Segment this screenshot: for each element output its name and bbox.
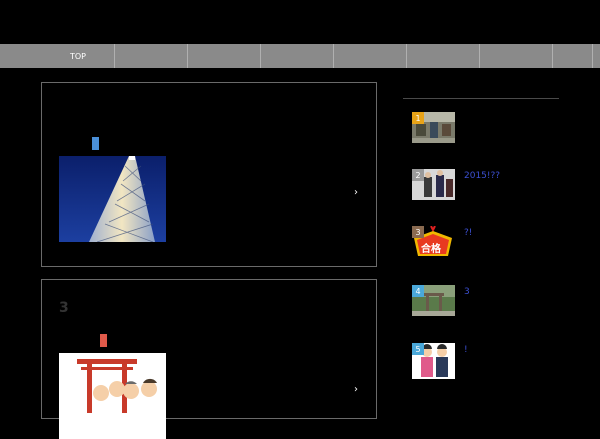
rank-badge: 1: [412, 112, 424, 124]
post-title[interactable]: 3: [59, 300, 69, 316]
nav-item-5[interactable]: [334, 44, 407, 68]
nav-item-8[interactable]: [553, 44, 593, 68]
global-nav: TOP: [0, 44, 600, 68]
ranking-item[interactable]: 2 2015!??: [412, 169, 562, 201]
header: [0, 0, 600, 44]
rank-badge: 5: [412, 343, 424, 355]
nav-item-4[interactable]: [261, 44, 334, 68]
nav-item-3[interactable]: [188, 44, 261, 68]
post-card[interactable]: ›: [41, 82, 377, 267]
nav-item-6[interactable]: [407, 44, 480, 68]
goukaku-sign-text: 合格: [421, 244, 441, 255]
post-thumbnail[interactable]: [59, 156, 166, 242]
ranking-item[interactable]: 1: [412, 112, 562, 144]
ranking-title[interactable]: !: [464, 345, 468, 355]
rank-badge: 4: [412, 285, 424, 297]
skytree-image: [59, 156, 166, 242]
ranking-title[interactable]: 3: [464, 287, 470, 297]
category-tag[interactable]: [92, 137, 99, 150]
shrine-family-image: [59, 353, 166, 413]
ranking-item[interactable]: 5 !: [412, 343, 562, 379]
ranking-item[interactable]: 合格 3 ?!: [412, 226, 562, 258]
nav-item-2[interactable]: [115, 44, 188, 68]
post-thumbnail[interactable]: [59, 353, 166, 439]
rank-badge: 2: [412, 169, 424, 181]
read-more-arrow-icon[interactable]: ›: [354, 187, 358, 198]
read-more-arrow-icon[interactable]: ›: [354, 384, 358, 395]
ranking-title[interactable]: ?!: [464, 228, 472, 238]
nav-item-top[interactable]: TOP: [42, 44, 115, 68]
ranking-item[interactable]: 4 3: [412, 285, 562, 317]
rank-badge: 3: [412, 226, 424, 238]
category-tag[interactable]: [100, 334, 107, 347]
post-card[interactable]: 3 ›: [41, 279, 377, 439]
sidebar-divider: [403, 98, 559, 99]
nav-item-7[interactable]: [480, 44, 553, 68]
ranking-title[interactable]: 2015!??: [464, 171, 500, 181]
